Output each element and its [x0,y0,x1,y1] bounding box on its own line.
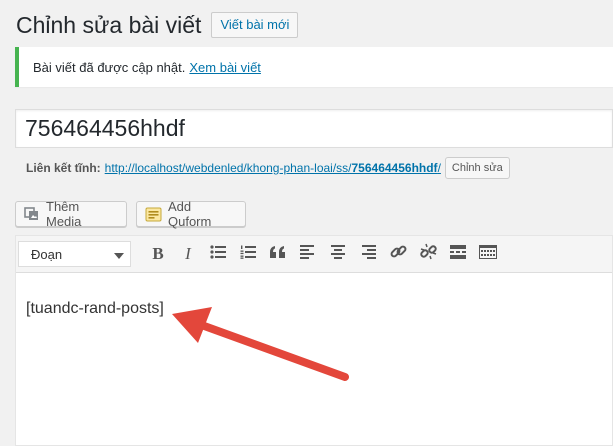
content-editor: Đoạn B I [tuandc-rand-posts] [15,235,613,446]
add-media-button[interactable]: Thêm Media [15,199,127,229]
numbered-list-button[interactable] [233,239,263,269]
unlink-icon [419,243,437,265]
align-left-button[interactable] [293,239,323,269]
format-select-value: Đoạn [31,246,63,262]
align-left-icon [300,244,316,264]
read-more-icon [450,244,466,264]
insert-link-button[interactable] [383,239,413,269]
add-new-post-button[interactable]: Viết bài mới [211,12,299,38]
permalink-url-base: http://localhost/webdenled/khong-phan-lo… [104,161,352,175]
permalink-row: Liên kết tĩnh: http://localhost/webdenle… [26,155,510,181]
bullet-list-button[interactable] [203,239,233,269]
editor-toolbar: Đoạn B I [16,236,612,273]
post-title-input[interactable] [16,110,612,147]
page-title: Chỉnh sửa bài viết [16,11,202,38]
post-title-container [15,109,613,148]
permalink-slug: 756464456hhdf [351,161,438,175]
form-icon [145,207,162,222]
blockquote-button[interactable] [263,239,293,269]
link-icon [390,243,407,265]
toolbar-toggle-button[interactable] [473,239,503,269]
notice-message: Bài viết đã được cập nhật. [33,59,186,75]
editor-content[interactable]: [tuandc-rand-posts] [26,300,164,318]
edit-slug-button[interactable]: Chỉnh sửa [444,157,510,179]
numbered-list-icon [240,245,256,264]
align-right-button[interactable] [353,239,383,269]
permalink-trailing: / [437,161,441,175]
italic-button[interactable]: I [173,239,203,269]
update-notice: Bài viết đã được cập nhật. Xem bài viết [15,47,613,87]
align-center-button[interactable] [323,239,353,269]
bold-button[interactable]: B [143,239,173,269]
add-quform-button[interactable]: Add Quform [136,199,246,229]
view-post-link[interactable]: Xem bài viết [189,60,261,75]
caret-down-icon [114,247,124,262]
bullet-list-icon [210,244,226,264]
toolbar-toggle-icon [479,244,497,264]
align-center-icon [330,244,346,264]
read-more-button[interactable] [443,239,473,269]
add-quform-label: Add Quform [168,199,212,229]
permalink-label: Liên kết tĩnh: [26,161,101,175]
page-heading: Chỉnh sửa bài viết Viết bài mới [16,10,299,40]
align-right-icon [360,244,376,264]
blockquote-icon [270,245,286,263]
media-icon [24,206,40,222]
format-select[interactable]: Đoạn [18,241,131,267]
permalink-link[interactable]: http://localhost/webdenled/khong-phan-lo… [105,161,441,175]
add-media-label: Thêm Media [46,199,82,229]
remove-link-button[interactable] [413,239,443,269]
bold-icon: B [152,244,164,263]
italic-icon: I [185,244,191,263]
